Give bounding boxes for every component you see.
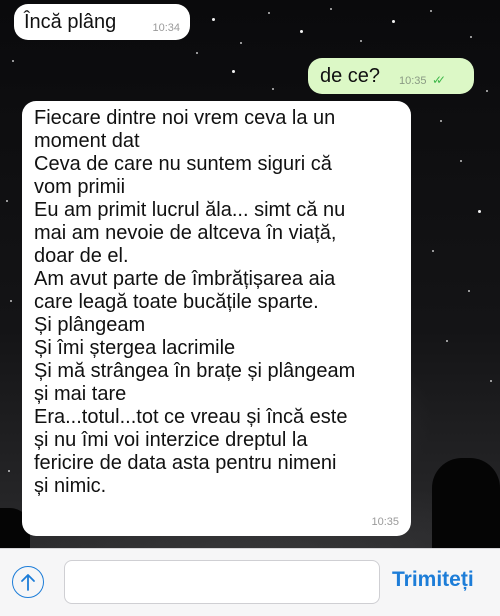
read-receipt-icon: ✓✓ xyxy=(432,73,446,87)
star xyxy=(440,120,442,122)
message-bubble-outgoing[interactable]: de ce? 10:35 ✓✓ xyxy=(308,58,474,94)
message-text: de ce? xyxy=(320,65,381,87)
message-timestamp: 10:35 xyxy=(399,75,427,87)
message-timestamp: 10:35 xyxy=(371,516,399,528)
star xyxy=(272,88,274,90)
star xyxy=(196,52,198,54)
tree-silhouette xyxy=(432,458,500,548)
message-bubble-incoming[interactable]: Fiecare dintre noi vrem ceva la un momen… xyxy=(22,101,411,536)
star xyxy=(10,300,12,302)
star xyxy=(490,380,492,382)
star xyxy=(6,200,8,202)
send-button[interactable]: Trimiteți xyxy=(392,568,474,592)
message-bubble-incoming[interactable]: Încă plâng 10:34 xyxy=(14,4,190,40)
star xyxy=(468,290,470,292)
message-composer: Trimiteți xyxy=(0,548,500,616)
star xyxy=(360,40,362,42)
message-timestamp: 10:34 xyxy=(152,22,180,34)
star xyxy=(330,8,332,10)
star xyxy=(478,210,481,213)
star xyxy=(240,42,242,44)
star xyxy=(486,90,488,92)
star xyxy=(300,30,303,33)
star xyxy=(430,10,432,12)
message-text: Fiecare dintre noi vrem ceva la un momen… xyxy=(34,107,356,497)
star xyxy=(12,60,14,62)
arrow-up-circle-icon xyxy=(21,574,35,591)
attach-button[interactable] xyxy=(12,566,44,598)
star xyxy=(212,18,215,21)
star xyxy=(446,340,448,342)
message-input[interactable] xyxy=(64,560,380,604)
star xyxy=(8,470,10,472)
star xyxy=(232,70,235,73)
star xyxy=(432,250,434,252)
star xyxy=(268,12,270,14)
star xyxy=(392,20,395,23)
star xyxy=(470,36,472,38)
star xyxy=(460,160,462,162)
